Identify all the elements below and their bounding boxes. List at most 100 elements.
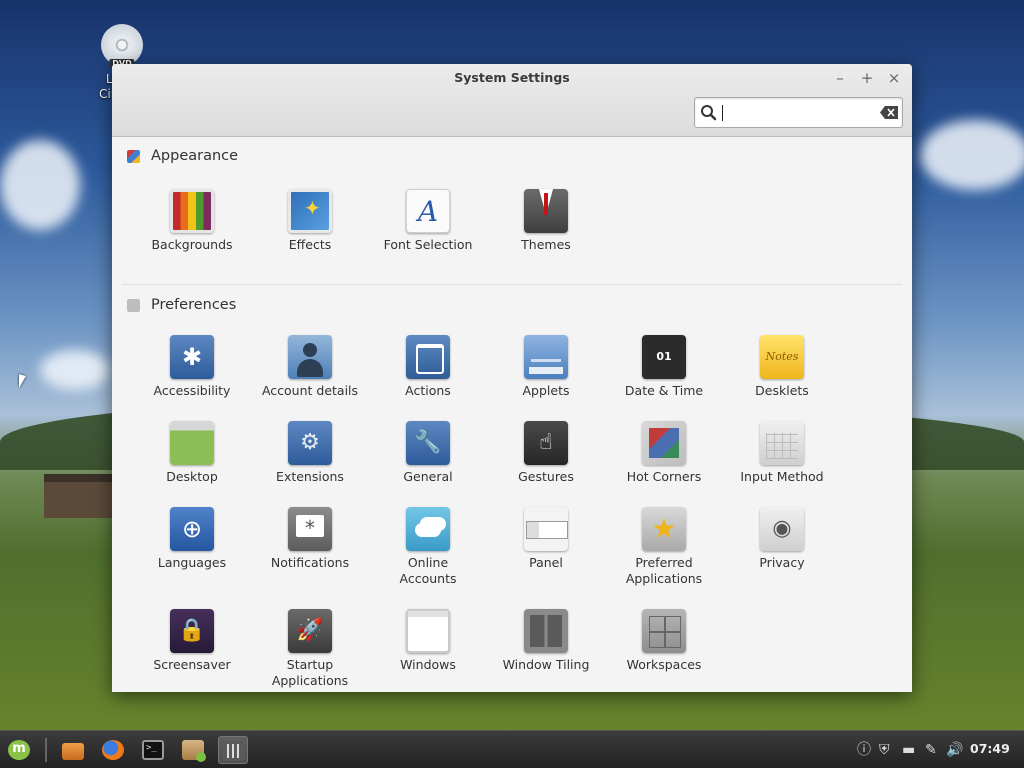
pen-icon[interactable]: ✎ [925,739,937,761]
panel-item[interactable]: Panel [487,507,605,571]
battery-icon[interactable]: ▬ [902,739,915,761]
notifications-item[interactable]: Notifications [251,507,369,571]
date-time-icon: 01 [642,335,686,379]
account-details-label: Account details [261,383,359,398]
startup-applications-item[interactable]: 🚀 Startup Applications [251,609,369,689]
window-header[interactable]: System Settings – + × [112,64,912,137]
gestures-item[interactable]: ☝ Gestures [487,421,605,485]
account-details-icon [288,335,332,379]
startup-applications-icon: 🚀 [288,609,332,653]
online-accounts-label-line1: Online [407,555,449,570]
startup-applications-label-line1: Startup [286,657,334,672]
info-icon[interactable]: ⓘ [857,739,871,761]
applets-item[interactable]: Applets [487,335,605,399]
input-method-icon [760,421,804,465]
appearance-icon [127,150,140,163]
barn [44,474,112,518]
effects-icon [288,189,332,233]
firefox-icon [102,740,124,760]
appearance-section-header: Appearance [112,138,912,176]
date-time-label: Date & Time [624,383,704,398]
volume-icon[interactable]: 🔊 [946,739,963,761]
font-selection-item[interactable]: A Font Selection [369,189,487,253]
system-settings-window: System Settings – + × Appearance Backgro… [112,64,912,692]
accessibility-item[interactable]: ✱ Accessibility [133,335,251,399]
themes-label: Themes [521,237,571,252]
window-tiling-label: Window Tiling [502,657,590,672]
screensaver-item[interactable]: 🔒 Screensaver [133,609,251,673]
desklets-icon: Notes [760,335,804,379]
preferred-applications-label-line2: Applications [625,571,703,586]
general-item[interactable]: 🔧 General [369,421,487,485]
system-settings-task[interactable] [218,736,248,764]
windows-label: Windows [400,657,456,672]
effects-item[interactable]: Effects [251,189,369,253]
hot-corners-item[interactable]: Hot Corners [605,421,723,485]
firefox-launcher[interactable] [98,736,128,764]
maximize-button[interactable]: + [856,68,878,88]
preferences-icon [127,299,140,312]
shield-icon[interactable]: ⛨ [879,739,890,761]
taskbar-separator [45,738,47,762]
backgrounds-icon [170,189,214,233]
startup-glyph: 🚀 [296,618,324,643]
search-input[interactable] [725,102,865,123]
themes-item[interactable]: Themes [487,189,605,253]
screensaver-icon: 🔒 [170,609,214,653]
windows-item[interactable]: Windows [369,609,487,673]
gestures-label: Gestures [518,469,574,484]
dvd-icon: DVD [101,24,143,68]
files-launcher[interactable] [58,736,88,764]
extensions-label: Extensions [276,469,344,484]
package-icon [182,740,206,762]
window-tiling-item[interactable]: Window Tiling [487,609,605,673]
date-glyph: 01 [656,350,672,363]
system-settings-icon [223,741,245,761]
extensions-item[interactable]: ⚙ Extensions [251,421,369,485]
clear-search-icon[interactable] [880,106,898,119]
languages-glyph: ⊕ [181,515,203,543]
clock[interactable]: 07:49 [970,741,1010,756]
account-details-item[interactable]: Account details [251,335,369,399]
desktop-item[interactable]: Desktop [133,421,251,485]
preferred-applications-item[interactable]: ★ Preferred Applications [605,507,723,587]
general-icon: 🔧 [406,421,450,465]
backgrounds-label: Backgrounds [151,237,233,252]
package-launcher[interactable] [178,736,208,764]
languages-icon: ⊕ [170,507,214,551]
close-button[interactable]: × [883,68,905,88]
preferences-section-header: Preferences [112,287,912,325]
cloud [920,120,1024,190]
notifications-label: Notifications [270,555,350,570]
cloud [0,140,80,230]
languages-item[interactable]: ⊕ Languages [133,507,251,571]
actions-icon [406,335,450,379]
input-method-item[interactable]: Input Method [723,421,841,485]
preferred-glyph: ★ [651,512,677,545]
date-time-item[interactable]: 01 Date & Time [605,335,723,399]
extensions-icon: ⚙ [288,421,332,465]
backgrounds-item[interactable]: Backgrounds [133,189,251,253]
privacy-item[interactable]: ◉ Privacy [723,507,841,571]
desklets-item[interactable]: Notes Desklets [723,335,841,399]
languages-label: Languages [157,555,227,570]
notifications-icon [288,507,332,551]
gestures-icon: ☝ [524,421,568,465]
privacy-icon: ◉ [760,507,804,551]
search-box[interactable] [694,97,903,128]
window-title: System Settings [454,70,570,85]
preferred-applications-icon: ★ [642,507,686,551]
online-accounts-item[interactable]: Online Accounts [369,507,487,587]
workspaces-item[interactable]: Workspaces [605,609,723,673]
actions-item[interactable]: Actions [369,335,487,399]
hot-corners-label: Hot Corners [626,469,702,484]
minimize-button[interactable]: – [829,68,851,88]
menu-button[interactable] [4,736,34,764]
desklets-label: Desklets [755,383,809,398]
screensaver-glyph: 🔒 [178,618,206,643]
input-method-label: Input Method [740,469,824,484]
files-icon [62,743,84,760]
terminal-launcher[interactable] [138,736,168,764]
appearance-grid: Backgrounds Effects A Font Selection The… [112,176,912,284]
desktop-icon [170,421,214,465]
